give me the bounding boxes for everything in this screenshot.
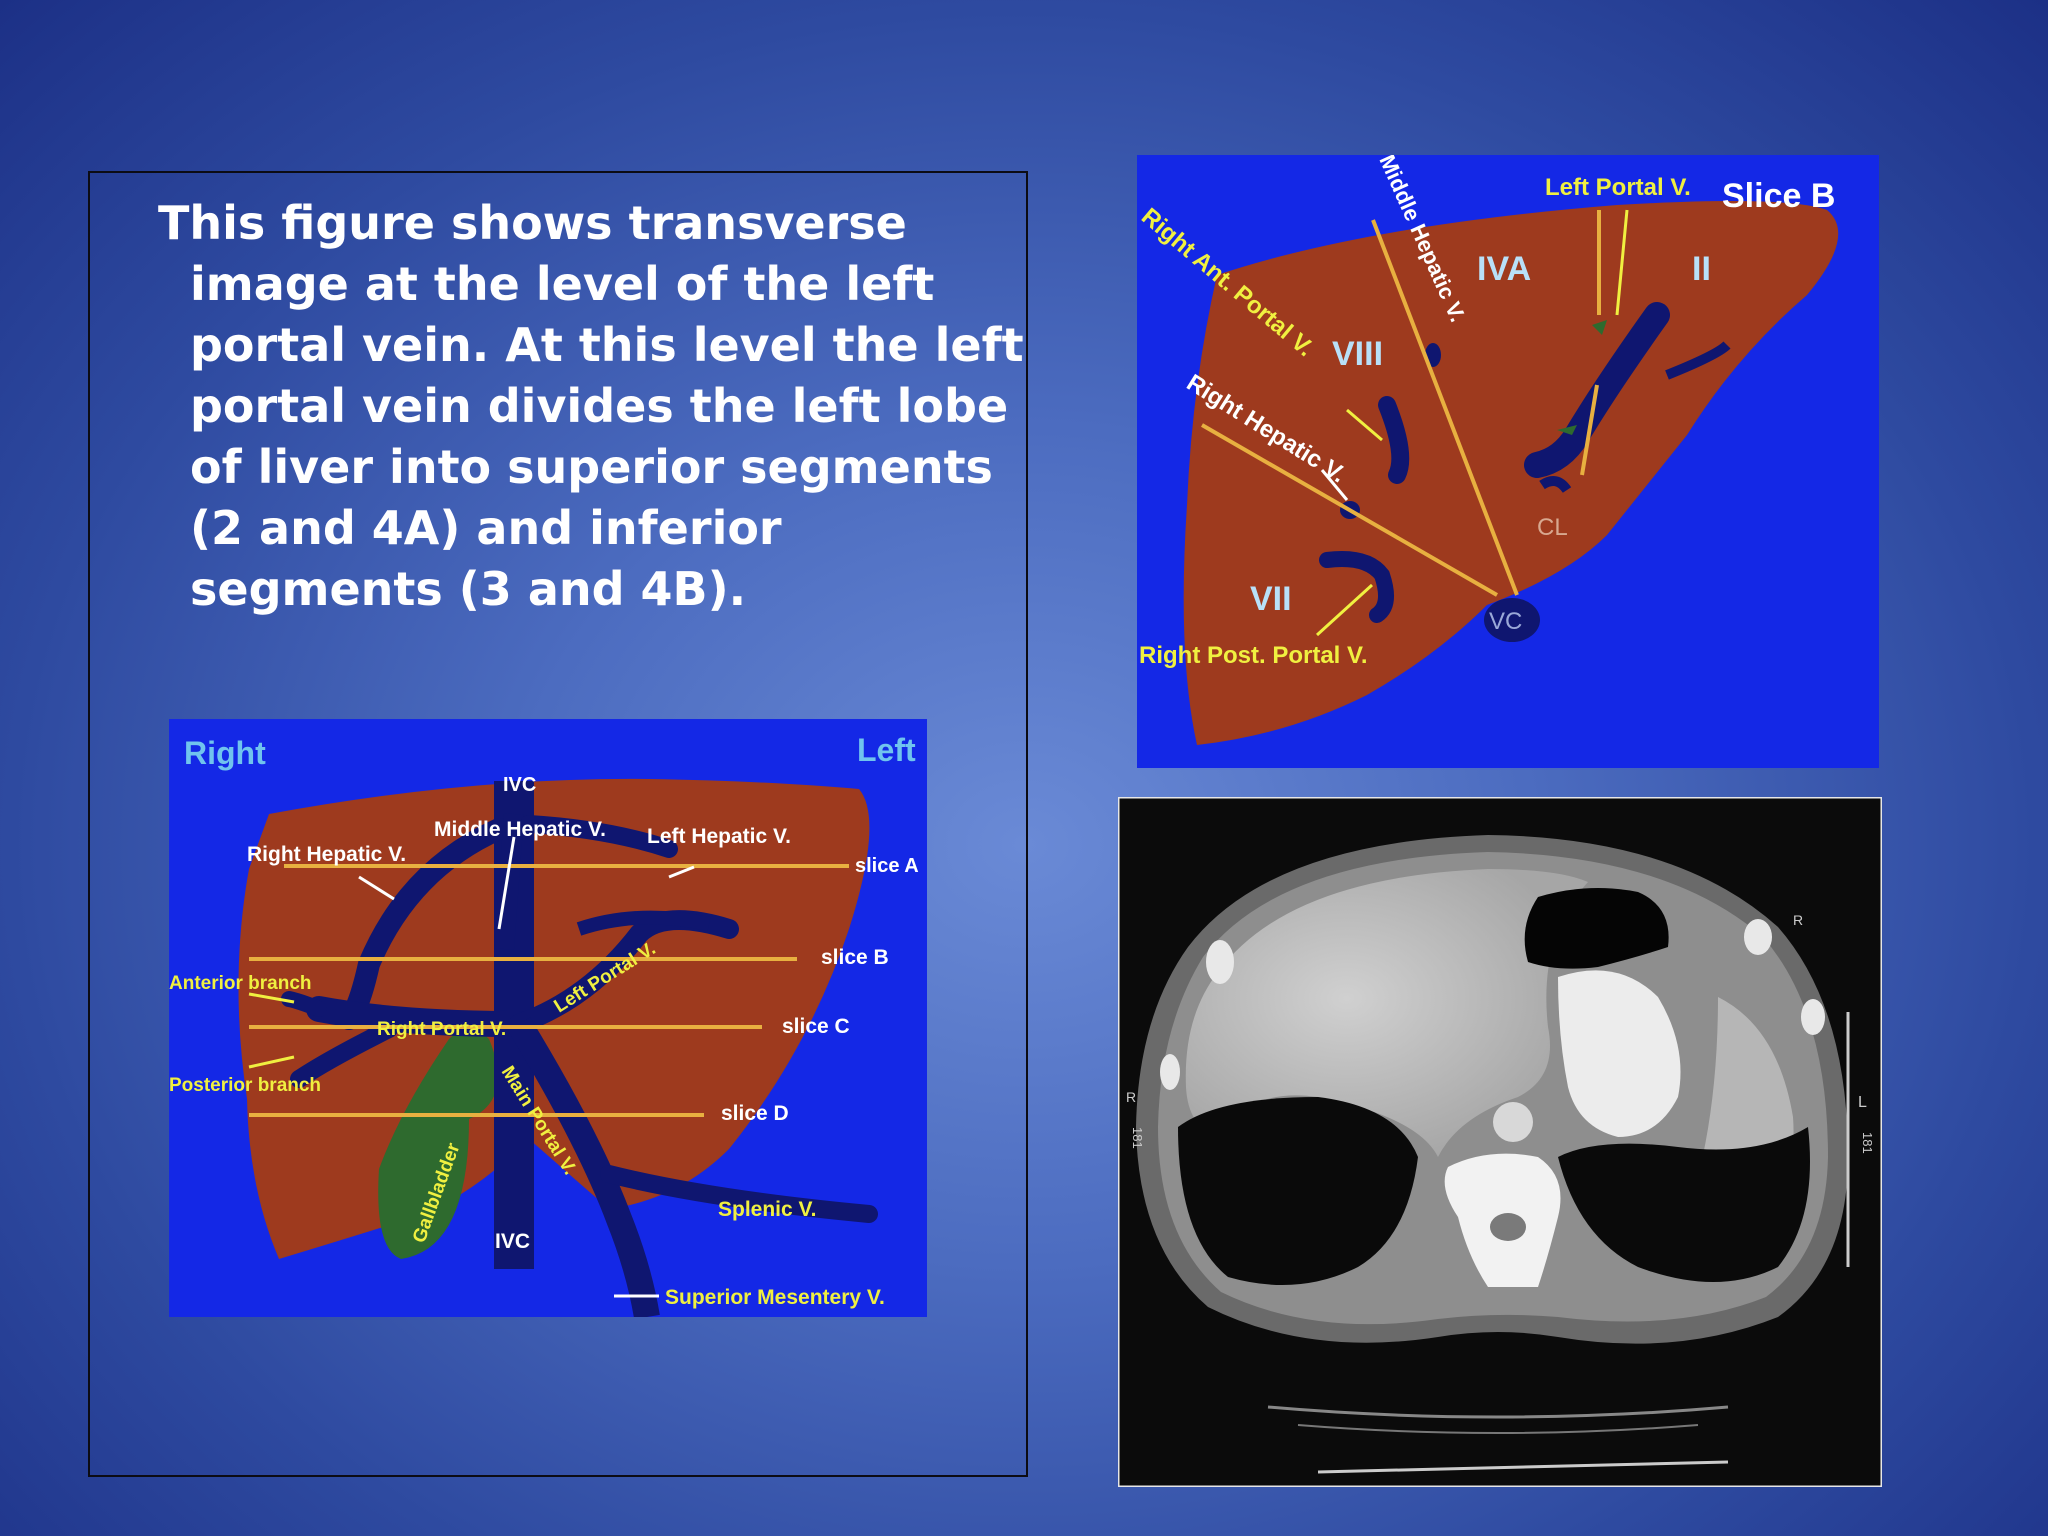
label-ivc-bottom: IVC — [495, 1230, 530, 1253]
ct-aorta — [1493, 1102, 1533, 1142]
label-seg-iva: IVA — [1477, 250, 1531, 288]
ct-marker-l: L — [1858, 1094, 1867, 1111]
label-vc: VC — [1489, 608, 1522, 635]
label-seg-vii: VII — [1250, 580, 1292, 618]
ct-rib-2 — [1160, 1054, 1180, 1090]
label-slice-b: slice B — [821, 946, 889, 969]
ct-rib-1 — [1206, 940, 1234, 984]
label-slice-b-title: Slice B — [1722, 177, 1835, 215]
ct-scan-image: R L R 181 181 — [1118, 797, 1882, 1487]
caption-text: This figure shows transverse image at th… — [158, 196, 1024, 616]
ct-marker-r-top: R — [1793, 912, 1803, 928]
label-seg-viii: VIII — [1332, 335, 1383, 373]
ct-rib-4 — [1801, 999, 1825, 1035]
slice-b-diagram: Slice B Left Portal V. Middle Hepatic V.… — [1137, 155, 1879, 768]
label-slice-d: slice D — [721, 1102, 789, 1125]
liver-overview-diagram: Right Left IVC Middle Hepatic V. Right H… — [169, 719, 927, 1317]
label-right-portal: Right Portal V. — [377, 1019, 506, 1040]
label-slice-c: slice C — [782, 1015, 850, 1038]
label-right: Right — [184, 735, 266, 771]
ct-side-numbers-right: 181 — [1860, 1132, 1875, 1154]
ct-side-numbers-left: 181 — [1130, 1127, 1145, 1149]
label-left-hepatic: Left Hepatic V. — [647, 825, 791, 848]
ct-marker-r-left: R — [1126, 1089, 1136, 1105]
label-left: Left — [857, 732, 916, 768]
label-ivc-top: IVC — [503, 774, 536, 796]
label-right-hepatic: Right Hepatic V. — [247, 843, 406, 866]
label-cl: CL — [1537, 514, 1568, 541]
ct-rib-3 — [1744, 919, 1772, 955]
label-anterior-branch: Anterior branch — [169, 973, 312, 994]
label-slice-a: slice A — [855, 855, 919, 877]
label-posterior-branch: Posterior branch — [169, 1075, 321, 1096]
label-left-portal-b: Left Portal V. — [1545, 174, 1691, 201]
label-middle-hepatic: Middle Hepatic V. — [434, 818, 606, 841]
label-right-post-portal: Right Post. Portal V. — [1139, 642, 1367, 669]
label-splenic: Splenic V. — [718, 1198, 816, 1221]
ct-spinal-canal — [1490, 1213, 1526, 1241]
label-seg-ii: II — [1692, 250, 1711, 288]
label-superior-mesentery: Superior Mesentery V. — [665, 1286, 885, 1309]
